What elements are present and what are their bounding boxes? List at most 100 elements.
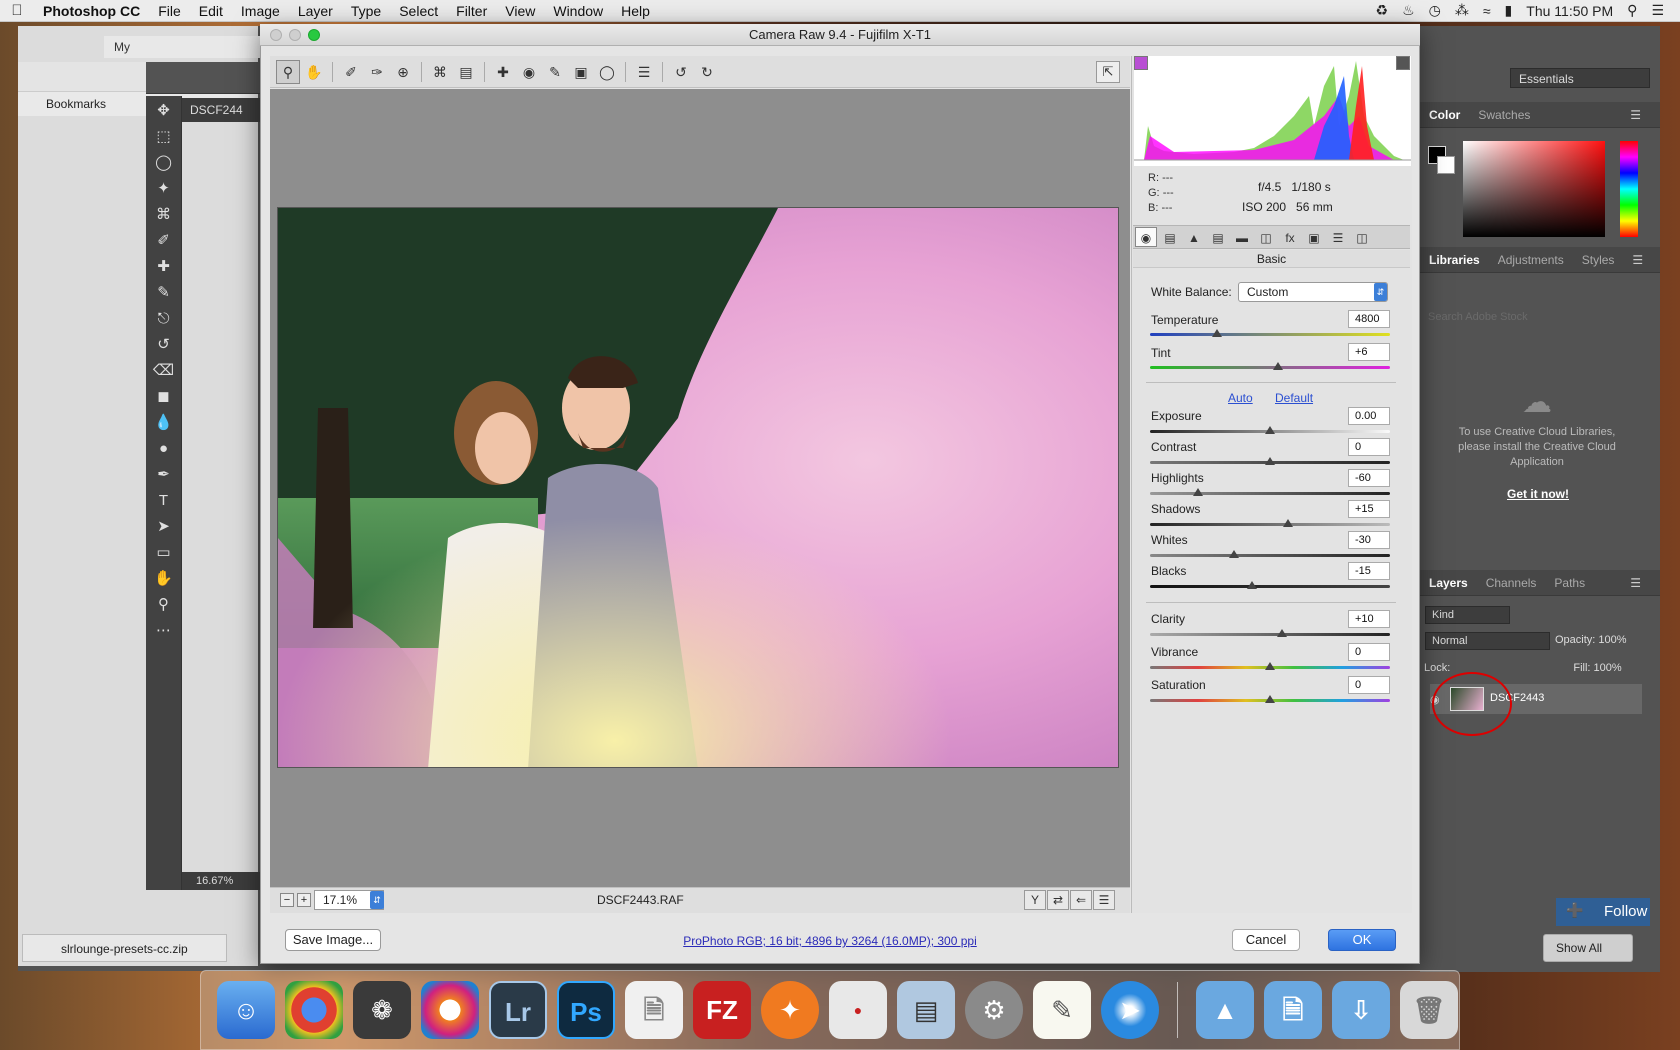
highlight-clipping-warning-icon[interactable] <box>1396 56 1410 70</box>
saturation-value[interactable]: 0 <box>1348 676 1390 694</box>
menu-help[interactable]: Help <box>612 3 659 19</box>
blend-mode-select[interactable]: Normal <box>1425 632 1550 650</box>
zoom-in-button[interactable]: + <box>297 893 311 907</box>
targeted-adjustment-tool-icon[interactable]: ⊕ <box>391 60 415 84</box>
tab-color[interactable]: Color <box>1420 108 1469 122</box>
rotate-left-icon[interactable]: ↺ <box>669 60 693 84</box>
tab-libraries[interactable]: Libraries <box>1420 253 1489 267</box>
blur-tool-icon[interactable]: 💧 <box>150 412 178 434</box>
applications-folder-icon[interactable]: ▲ <box>1196 981 1254 1039</box>
shadows-slider[interactable] <box>1150 523 1390 526</box>
color-picker-field[interactable] <box>1463 141 1605 237</box>
whites-value[interactable]: -30 <box>1348 531 1390 549</box>
rotate-right-icon[interactable]: ↻ <box>695 60 719 84</box>
spot-removal-tool-icon[interactable]: ✚ <box>491 60 515 84</box>
trash-icon[interactable]: 🗑 <box>1400 981 1458 1039</box>
stamp-tool-icon[interactable]: ⎋ <box>150 308 178 330</box>
menu-image[interactable]: Image <box>232 3 289 19</box>
hand-tool-icon[interactable]: ✋ <box>150 568 178 590</box>
exposure-value[interactable]: 0.00 <box>1348 407 1390 425</box>
tone-curve-tab-icon[interactable]: ▤ <box>1159 227 1181 247</box>
tint-slider-thumb[interactable] <box>1273 362 1283 370</box>
snapshots-tab-icon[interactable]: ◫ <box>1351 227 1373 247</box>
white-balance-tool-icon[interactable]: ✐ <box>339 60 363 84</box>
status-icon[interactable]: ♻ <box>1376 2 1389 19</box>
highlights-slider[interactable] <box>1150 492 1390 495</box>
zoom-out-button[interactable]: − <box>280 893 294 907</box>
paint-bucket-tool-icon[interactable]: ◼ <box>150 386 178 408</box>
eraser-tool-icon[interactable]: ⌫ <box>150 360 178 382</box>
brush-tool-icon[interactable]: ✎ <box>150 282 178 304</box>
preferences-icon[interactable]: ☰ <box>632 60 656 84</box>
menu-type[interactable]: Type <box>342 3 390 19</box>
tab-styles[interactable]: Styles <box>1573 253 1624 267</box>
presets-tab-icon[interactable]: ☰ <box>1327 227 1349 247</box>
document-icon[interactable]: 🗎 <box>625 981 683 1039</box>
graduated-filter-icon[interactable]: ▣ <box>569 60 593 84</box>
wifi-icon[interactable]: ≈ <box>1483 3 1491 19</box>
spotlight-icon[interactable]: ⚲ <box>1627 2 1637 19</box>
highlights-slider-thumb[interactable] <box>1193 488 1203 496</box>
panel-menu-icon[interactable]: ☰ <box>1621 576 1650 590</box>
tab-adjustments[interactable]: Adjustments <box>1489 253 1573 267</box>
menu-filter[interactable]: Filter <box>447 3 496 19</box>
layer-filter-kind[interactable]: Kind <box>1425 606 1510 624</box>
hsl-tab-icon[interactable]: ▤ <box>1207 227 1229 247</box>
document-tab[interactable]: DSCF244 <box>182 98 262 122</box>
basic-tab-icon[interactable]: ◉ <box>1135 227 1157 247</box>
more-tools-icon[interactable]: ⋯ <box>150 620 178 642</box>
workspace-switcher[interactable]: Essentials <box>1510 68 1650 88</box>
highlights-value[interactable]: -60 <box>1348 469 1390 487</box>
rectangle-tool-icon[interactable]: ▭ <box>150 542 178 564</box>
workflow-options-link[interactable]: ProPhoto RGB; 16 bit; 4896 by 3264 (16.0… <box>600 934 1060 948</box>
shadows-slider-thumb[interactable] <box>1283 519 1293 527</box>
browser-tab[interactable]: My <box>104 36 264 58</box>
preview-photo[interactable] <box>277 207 1119 768</box>
vibrance-value[interactable]: 0 <box>1348 643 1390 661</box>
saturation-slider-thumb[interactable] <box>1265 695 1275 703</box>
cancel-button[interactable]: Cancel <box>1232 929 1300 951</box>
vectorize-icon[interactable]: ✦ <box>761 981 819 1039</box>
panel-menu-icon[interactable]: ☰ <box>1623 253 1652 267</box>
fullscreen-toggle-icon[interactable]: ⇱ <box>1096 61 1120 83</box>
stock-search-input[interactable]: Search Adobe Stock <box>1428 311 1628 323</box>
exposure-slider-thumb[interactable] <box>1265 426 1275 434</box>
save-image-button[interactable]: Save Image... <box>285 929 381 951</box>
aperture-icon[interactable]: ❁ <box>353 981 411 1039</box>
zoom-tool-icon[interactable]: ⚲ <box>276 59 300 84</box>
filezilla-icon[interactable]: FZ <box>693 981 751 1039</box>
tab-channels[interactable]: Channels <box>1477 576 1546 590</box>
diet-coda-icon[interactable]: ● <box>829 981 887 1039</box>
copy-settings-icon[interactable]: ⇐ <box>1070 890 1092 910</box>
auto-link[interactable]: Auto <box>1228 391 1268 405</box>
scanner-icon[interactable]: ▤ <box>897 981 955 1039</box>
zoom-window-button[interactable] <box>308 29 320 41</box>
shadow-clipping-warning-icon[interactable] <box>1134 56 1148 70</box>
marquee-tool-icon[interactable]: ⬚ <box>150 126 178 148</box>
blacks-slider[interactable] <box>1150 585 1390 588</box>
download-item[interactable]: slrlounge-presets-cc.zip <box>22 934 227 962</box>
contrast-value[interactable]: 0 <box>1348 438 1390 456</box>
notification-center-icon[interactable]: ☰ <box>1651 2 1664 19</box>
finder-icon[interactable]: ☺ <box>217 981 275 1039</box>
bluetooth-icon[interactable]: ⁂ <box>1455 2 1469 19</box>
temperature-slider[interactable] <box>1150 333 1390 336</box>
tab-paths[interactable]: Paths <box>1545 576 1594 590</box>
toggle-views-icon[interactable]: ⇄ <box>1047 890 1069 910</box>
hand-tool-icon[interactable]: ✋ <box>302 60 326 84</box>
menu-app-name[interactable]: Photoshop CC <box>34 3 149 19</box>
zoom-dropdown-icon[interactable]: ⇵ <box>370 891 384 909</box>
crop-tool-icon[interactable]: ⌘ <box>428 60 452 84</box>
red-eye-tool-icon[interactable]: ◉ <box>517 60 541 84</box>
default-link[interactable]: Default <box>1275 391 1335 405</box>
menu-file[interactable]: File <box>149 3 190 19</box>
vibrance-slider-thumb[interactable] <box>1265 662 1275 670</box>
menu-window[interactable]: Window <box>544 3 612 19</box>
downloads-folder-icon[interactable]: ⇩ <box>1332 981 1390 1039</box>
temperature-slider-thumb[interactable] <box>1212 329 1222 337</box>
photos-icon[interactable] <box>421 981 479 1039</box>
lens-corrections-tab-icon[interactable]: ◫ <box>1255 227 1277 247</box>
menu-edit[interactable]: Edit <box>190 3 232 19</box>
straighten-tool-icon[interactable]: ▤ <box>454 60 478 84</box>
clarity-value[interactable]: +10 <box>1348 610 1390 628</box>
